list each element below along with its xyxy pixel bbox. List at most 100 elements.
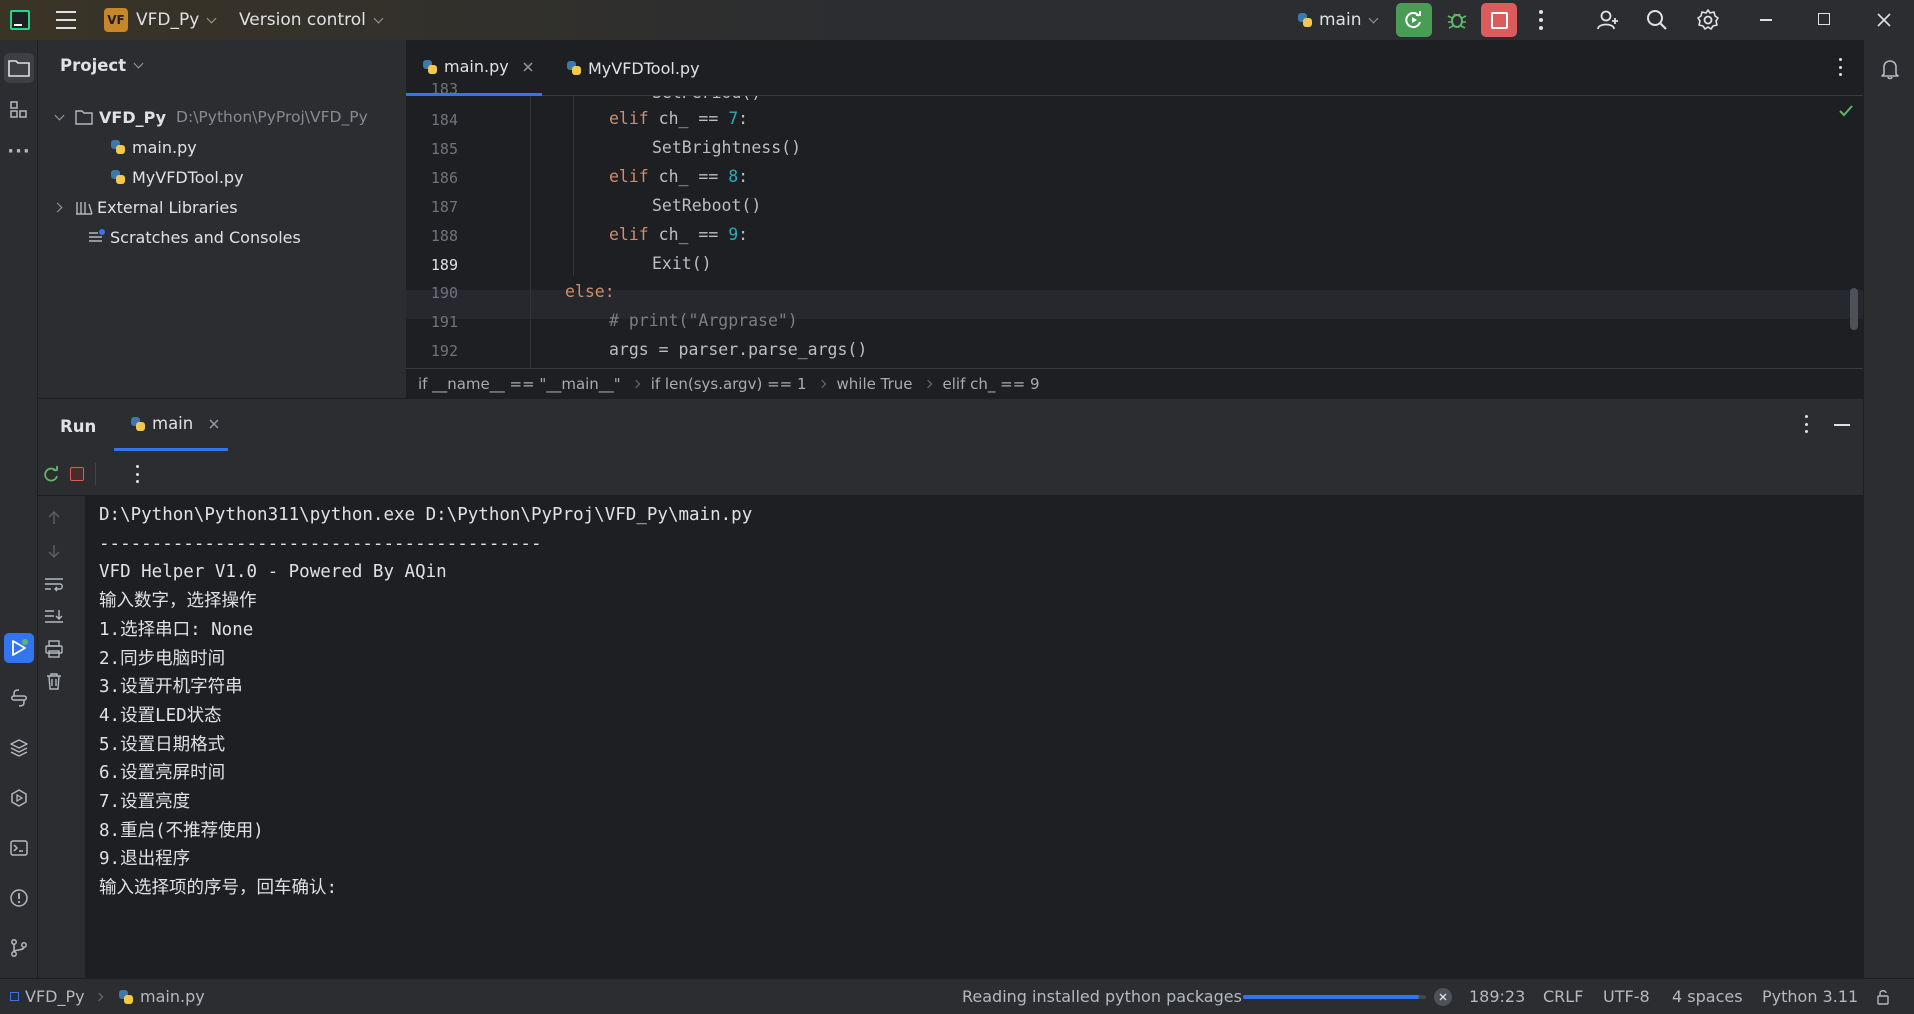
settings-gear-icon[interactable] xyxy=(1696,8,1720,32)
run-toolbar-more-icon[interactable] xyxy=(133,465,141,483)
problems-tool-button[interactable] xyxy=(4,883,34,913)
scratches-label: Scratches and Consoles xyxy=(110,227,301,247)
breadcrumb-item[interactable]: while True xyxy=(837,375,913,393)
more-actions-icon[interactable] xyxy=(1535,10,1547,30)
code-area[interactable]: SetPeriod() elif ch_ == 7: SetBrightness… xyxy=(496,96,1816,368)
folder-icon xyxy=(8,60,30,77)
tree-scratches[interactable]: Scratches and Consoles xyxy=(88,222,301,252)
console-line: 5.设置日期格式 xyxy=(99,735,226,755)
scroll-to-end-icon[interactable] xyxy=(44,608,64,624)
soft-wrap-icon[interactable] xyxy=(44,576,64,592)
cancel-task-button[interactable] xyxy=(1434,988,1452,1006)
code-line: args = parser.parse_args() xyxy=(609,340,868,359)
code-line: SetBrightness() xyxy=(652,138,802,157)
close-tab-icon[interactable] xyxy=(209,419,219,429)
tree-external-libraries[interactable]: External Libraries xyxy=(52,192,238,222)
status-project-crumb[interactable]: VFD_Py xyxy=(10,987,85,1006)
console-line: 输入数字，选择操作 xyxy=(99,591,257,611)
debug-button[interactable] xyxy=(1439,3,1475,37)
python-icon xyxy=(130,416,146,432)
expand-chevron-icon[interactable] xyxy=(52,202,63,212)
console-line: VFD Helper V1.0 - Powered By AQin xyxy=(99,562,447,582)
print-icon[interactable] xyxy=(44,640,64,658)
line-number: 183 xyxy=(430,80,458,98)
arrow-down-icon[interactable] xyxy=(46,543,62,559)
background-task-label[interactable]: Reading installed python packages xyxy=(962,987,1242,1006)
breadcrumb-item[interactable]: elif ch_ == 9 xyxy=(943,375,1040,393)
hide-panel-icon[interactable] xyxy=(1834,424,1850,426)
run-tool-button[interactable] xyxy=(4,633,34,663)
python-console-icon xyxy=(11,689,27,707)
console-line: 4.设置LED状态 xyxy=(99,706,222,726)
status-bar: VFD_Py main.py Reading installed python … xyxy=(0,978,1914,1014)
stop-button[interactable] xyxy=(1481,3,1517,37)
trash-icon[interactable] xyxy=(45,672,63,690)
stop-icon xyxy=(1490,11,1508,29)
notifications-bell-icon[interactable] xyxy=(1879,58,1901,80)
python-console-tool-button[interactable] xyxy=(4,683,34,713)
search-icon[interactable] xyxy=(1646,9,1668,31)
layers-icon xyxy=(10,739,28,757)
breadcrumb-item[interactable]: if __name__ == "__main__" xyxy=(418,375,621,393)
project-tool-button[interactable] xyxy=(4,53,34,83)
lock-icon[interactable] xyxy=(1875,989,1891,1005)
git-tool-button[interactable] xyxy=(4,933,34,963)
python-packages-tool-button[interactable] xyxy=(4,733,34,763)
external-libraries-label: External Libraries xyxy=(97,197,238,217)
version-control-menu[interactable]: Version control xyxy=(239,0,384,40)
main-menu-icon[interactable] xyxy=(56,11,76,29)
python-interpreter[interactable]: Python 3.11 xyxy=(1762,987,1858,1006)
line-separator[interactable]: CRLF xyxy=(1543,987,1583,1006)
number-literal: 9 xyxy=(728,225,739,244)
run-config-label: main xyxy=(1319,10,1362,30)
project-panel: Project VFD_Py D:\Python\PyProj\VFD_Py m… xyxy=(38,40,406,398)
editor-tabs-more-icon[interactable] xyxy=(1836,58,1844,76)
add-user-icon[interactable] xyxy=(1596,8,1620,32)
line-number-gutter: 183 184 185 186 187 188 189 190 191 192 xyxy=(406,80,496,368)
python-file-icon xyxy=(118,989,134,1005)
status-file-name: main.py xyxy=(140,987,205,1006)
run-config-selector[interactable]: main xyxy=(1297,0,1379,40)
project-panel-header[interactable]: Project xyxy=(60,50,144,80)
terminal-tool-button[interactable] xyxy=(4,833,34,863)
breadcrumb-item[interactable]: if len(sys.argv) == 1 xyxy=(651,375,807,393)
stop-icon[interactable] xyxy=(70,467,84,481)
caret-position[interactable]: 189:23 xyxy=(1469,987,1525,1006)
structure-icon xyxy=(10,101,27,118)
close-tab-icon[interactable] xyxy=(523,62,533,72)
structure-tool-button[interactable] xyxy=(4,95,34,125)
close-window-icon[interactable] xyxy=(1876,12,1892,28)
restore-icon[interactable] xyxy=(1818,13,1830,25)
pycharm-logo-icon[interactable] xyxy=(10,10,30,30)
keyword-elif: elif xyxy=(609,109,649,128)
module-icon xyxy=(10,992,19,1001)
rerun-button[interactable] xyxy=(1396,3,1432,37)
tree-root-item[interactable]: VFD_Py D:\Python\PyProj\VFD_Py xyxy=(52,102,368,132)
tree-file-main[interactable]: main.py xyxy=(110,132,197,162)
console-line: 7.设置亮度 xyxy=(99,792,191,812)
inspection-ok-check-icon[interactable] xyxy=(1838,104,1854,118)
tab-myvfdtool-py[interactable]: MyVFDTool.py xyxy=(560,40,700,96)
chevron-right-icon xyxy=(94,992,104,1001)
project-switcher[interactable]: VF VFD_Py xyxy=(104,0,217,40)
console-output[interactable]: D:\Python\Python311\python.exe D:\Python… xyxy=(85,496,1863,979)
more-tools-button[interactable]: ··· xyxy=(4,136,34,166)
more-tools-icon: ··· xyxy=(7,140,31,162)
minimize-icon[interactable] xyxy=(1760,19,1772,21)
editor-scrollbar-thumb[interactable] xyxy=(1850,288,1858,330)
indent-setting[interactable]: 4 spaces xyxy=(1672,987,1743,1006)
expand-chevron-icon[interactable] xyxy=(54,110,65,120)
project-name: VFD_Py xyxy=(136,10,200,30)
arrow-up-icon[interactable] xyxy=(46,510,62,526)
status-file-crumb[interactable]: main.py xyxy=(118,987,205,1006)
rerun-icon[interactable] xyxy=(42,465,60,483)
file-encoding[interactable]: UTF-8 xyxy=(1603,987,1650,1006)
run-panel-options-icon[interactable] xyxy=(1802,415,1810,433)
services-tool-button[interactable] xyxy=(4,783,34,813)
line-number: 188 xyxy=(430,227,458,245)
line-number: 184 xyxy=(430,111,458,129)
tree-file-myvfdtool[interactable]: MyVFDTool.py xyxy=(110,162,244,192)
run-tab-main[interactable]: main xyxy=(114,399,228,451)
console-line: 6.设置亮屏时间 xyxy=(99,763,226,783)
line-number: 190 xyxy=(430,284,458,302)
